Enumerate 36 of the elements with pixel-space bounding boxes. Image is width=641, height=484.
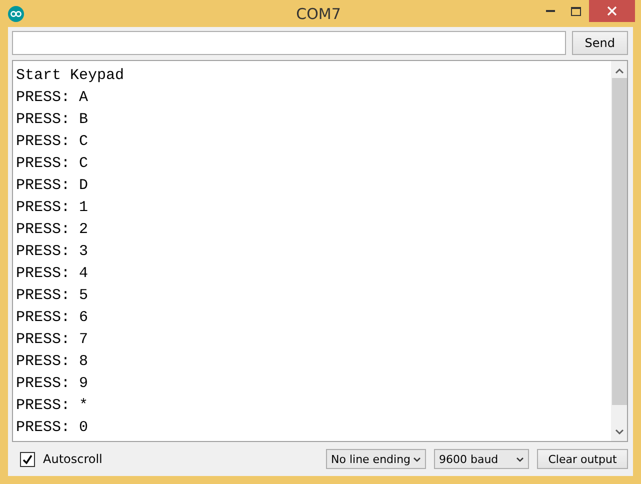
output-line: PRESS: 2	[16, 220, 90, 240]
scroll-up-icon[interactable]	[614, 68, 624, 74]
output-line: PRESS: 1	[16, 198, 90, 218]
output-line: PRESS: *	[16, 396, 90, 416]
app-logo-icon	[8, 6, 24, 22]
baud-dropdown[interactable]: 9600 baud	[434, 449, 529, 469]
output-line: PRESS: 9	[16, 374, 90, 394]
output-line: PRESS: 6	[16, 308, 90, 328]
scrollbar[interactable]	[611, 61, 627, 441]
output-line: PRESS: C	[16, 154, 90, 174]
output-line: PRESS: C	[16, 132, 90, 152]
line-ending-dropdown[interactable]: No line ending	[326, 449, 426, 469]
output-line: PRESS: 8	[16, 352, 90, 372]
close-button[interactable]	[589, 0, 635, 22]
clear-output-button[interactable]: Clear output	[537, 449, 628, 469]
autoscroll-checkbox[interactable]	[20, 452, 35, 466]
output-line: PRESS: 3	[16, 242, 90, 262]
output-line: Start Keypad	[16, 66, 126, 86]
autoscroll-label: Autoscroll	[43, 452, 102, 466]
output-line: PRESS: 4	[16, 264, 90, 284]
output-line: PRESS: 5	[16, 286, 90, 306]
output-line: PRESS: B	[16, 110, 90, 130]
caret-icon	[516, 456, 524, 462]
minimize-icon	[546, 10, 554, 12]
caret-icon	[413, 456, 421, 462]
window-title: COM7	[295, 4, 342, 22]
input-field[interactable]	[12, 31, 566, 55]
scroll-down-icon[interactable]	[614, 429, 624, 435]
maximize-icon	[571, 6, 581, 16]
output-line: PRESS: A	[16, 88, 90, 108]
scroll-thumb[interactable]	[612, 78, 626, 405]
output-line: PRESS: 7	[16, 330, 90, 350]
send-button[interactable]: Send	[572, 31, 628, 55]
output-line: PRESS: D	[16, 176, 90, 196]
output-line: PRESS: 0	[16, 418, 90, 438]
close-icon	[607, 6, 617, 16]
